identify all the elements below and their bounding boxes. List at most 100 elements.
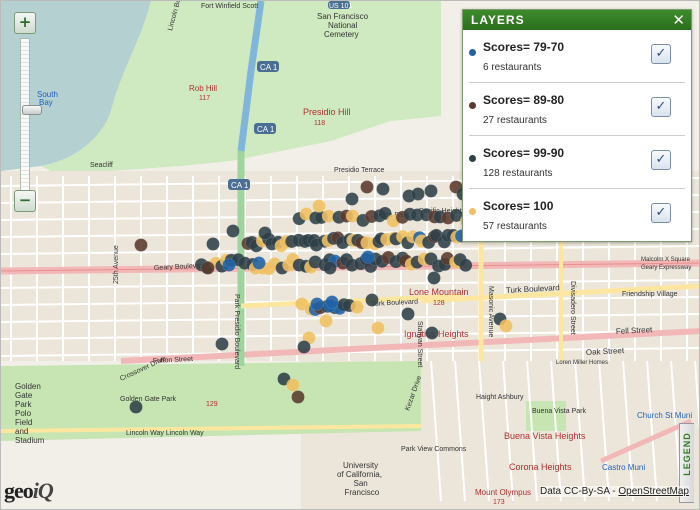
close-icon[interactable]: ✕ — [672, 10, 686, 30]
map-label-elev-129: 129 — [206, 401, 218, 408]
map-label-sf-national-cemetery-2: National — [328, 21, 358, 30]
restaurant-point[interactable] — [376, 182, 390, 196]
restaurant-point[interactable] — [345, 192, 359, 206]
layer-count: 6 restaurants — [483, 62, 542, 73]
map-label-stanyan: Stanyan Street — [416, 321, 423, 367]
map-label-haight-ashbury: Haight Ashbury — [476, 394, 524, 401]
shield-label-ca1-1: CA 1 — [260, 63, 278, 72]
restaurant-point[interactable] — [206, 237, 220, 251]
layer-count: 27 restaurants — [483, 115, 547, 126]
layer-item: Scores= 79-70 6 restaurants ✓ — [469, 30, 685, 83]
layer-color-dot — [469, 155, 476, 162]
map-label-divisadero: Divisadero Street — [569, 281, 576, 335]
layer-checkbox[interactable]: ✓ — [651, 203, 671, 223]
attribution-link[interactable]: OpenStreetMap — [618, 486, 689, 497]
layer-title: Scores= 100 — [483, 199, 554, 213]
layer-title: Scores= 89-80 — [483, 93, 565, 107]
restaurant-point[interactable] — [350, 300, 364, 314]
layers-panel-header: LAYERS ✕ — [463, 10, 691, 30]
restaurant-point[interactable] — [291, 390, 305, 404]
layer-color-dot — [469, 102, 476, 109]
map-label-rob-hill: Rob Hill — [189, 84, 217, 93]
map-label-lone-mountain: Lone Mountain — [409, 287, 469, 297]
logo-text-iq: iQ — [32, 478, 54, 503]
restaurant-point[interactable] — [325, 295, 339, 309]
map-label-geary-exp: Geary Expressway — [641, 265, 691, 271]
layers-panel-title: LAYERS — [471, 13, 525, 27]
map-label-friendship-village: Friendship Village — [622, 291, 678, 298]
map-label-lone-mountain-elev: 128 — [433, 300, 445, 307]
map-label-church-st-muni: Church St Muni — [637, 411, 692, 420]
restaurant-point[interactable] — [226, 224, 240, 238]
map-label-buena-vista-park: Buena Vista Park — [532, 408, 586, 415]
map-label-castro-muni: Castro Muni — [602, 463, 645, 472]
map-label-corona-heights: Corona Heights — [509, 462, 572, 472]
layer-count: 128 restaurants — [483, 168, 553, 179]
layer-checkbox[interactable]: ✓ — [651, 44, 671, 64]
map-label-lincoln-way: Lincoln Way Lincoln Way — [126, 430, 204, 437]
layer-checkbox[interactable]: ✓ — [651, 97, 671, 117]
map-label-presidio-terrace: Presidio Terrace — [334, 167, 385, 174]
shield-label-us101: US 101 — [329, 3, 352, 10]
restaurant-point[interactable] — [427, 271, 441, 285]
restaurant-point[interactable] — [297, 340, 311, 354]
restaurant-point[interactable] — [499, 319, 513, 333]
layer-title: Scores= 99-90 — [483, 146, 565, 160]
map-label-ave-25: 25th Avenue — [113, 245, 120, 284]
layer-count: 57 restaurants — [483, 221, 547, 232]
restaurant-point[interactable] — [424, 184, 438, 198]
restaurant-point[interactable] — [129, 400, 143, 414]
map-label-mount-olympus-elev: 173 — [493, 499, 505, 506]
geoiq-logo: geoiQ — [4, 478, 54, 504]
restaurant-point[interactable] — [411, 187, 425, 201]
map-label-presidio-hill-elev: 118 — [314, 120, 325, 127]
zoom-slider-track[interactable] — [20, 38, 42, 198]
restaurant-point[interactable] — [310, 297, 324, 311]
map-label-sf-national-cemetery-3: Cemetery — [324, 30, 359, 39]
zoom-out-button[interactable]: − — [14, 190, 36, 212]
restaurant-point[interactable] — [286, 378, 300, 392]
map-label-rob-hill-elev: 117 — [199, 95, 210, 102]
map-label-golden-gate-park: Golden Gate Park — [120, 396, 177, 403]
restaurant-point[interactable] — [222, 258, 236, 272]
map-label-sf-national-cemetery-1: San Francisco — [317, 12, 369, 21]
layer-item: Scores= 89-80 27 restaurants ✓ — [469, 83, 685, 136]
restaurant-point[interactable] — [312, 199, 326, 213]
map-label-malcolm-x: Malcolm X Square — [641, 257, 691, 263]
map-label-presidio-hill: Presidio Hill — [303, 107, 351, 117]
restaurant-point[interactable] — [425, 326, 439, 340]
zoom-control: + − — [14, 12, 42, 212]
restaurant-point[interactable] — [323, 261, 337, 275]
restaurant-point[interactable] — [201, 261, 215, 275]
map-label-masonic: Masonic Avenue — [487, 286, 494, 337]
zoom-in-button[interactable]: + — [14, 12, 36, 34]
shield-label-ca1-3: CA 1 — [231, 181, 249, 190]
restaurant-point[interactable] — [252, 256, 266, 270]
layer-color-dot — [469, 208, 476, 215]
layer-checkbox[interactable]: ✓ — [651, 150, 671, 170]
restaurant-point[interactable] — [365, 293, 379, 307]
restaurant-point[interactable] — [458, 258, 473, 272]
layer-title: Scores= 79-70 — [483, 40, 565, 54]
map-label-park-view-commons: Park View Commons — [401, 446, 467, 453]
map-label-seacliff: Seacliff — [90, 162, 113, 169]
map-attribution: Data CC-By-SA - OpenStreetMap — [540, 486, 689, 497]
restaurant-point[interactable] — [215, 337, 229, 351]
layer-item: Scores= 99-90 128 restaurants ✓ — [469, 136, 685, 189]
restaurant-point[interactable] — [361, 250, 375, 264]
restaurant-point[interactable] — [134, 238, 148, 252]
layers-panel: LAYERS ✕ Scores= 79-70 6 restaurants ✓ S… — [462, 9, 692, 242]
layer-item: Scores= 100 57 restaurants ✓ — [469, 189, 685, 241]
zoom-slider-handle[interactable] — [22, 105, 42, 115]
logo-text-geo: geo — [4, 478, 34, 503]
map-label-fort-winfield-scott: Fort Winfield Scott — [201, 3, 258, 10]
restaurant-point[interactable] — [319, 314, 333, 328]
restaurant-point[interactable] — [360, 180, 374, 194]
restaurant-point[interactable] — [401, 307, 415, 321]
map-label-mount-olympus: Mount Olympus — [475, 488, 531, 497]
restaurant-point[interactable] — [371, 321, 385, 335]
shield-label-ca1-2: CA 1 — [257, 125, 275, 134]
map-label-park-presidio: Park Presidio Boulevard — [233, 294, 240, 369]
restaurant-point[interactable] — [258, 226, 272, 240]
attribution-text: Data CC-By-SA - — [540, 486, 619, 497]
